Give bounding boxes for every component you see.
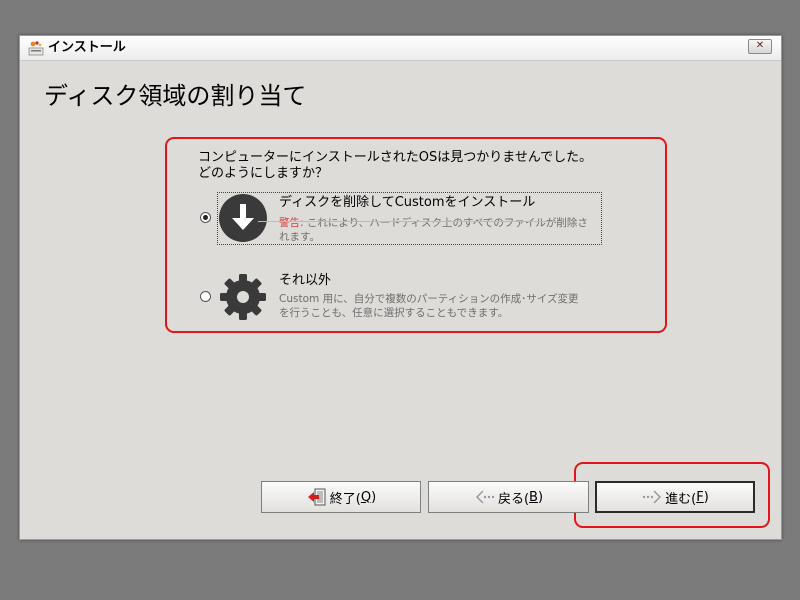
option-erase-disk-desc-line2: れます。 [279,231,320,243]
warning-label: 警告: [279,217,304,229]
radio-something-else[interactable] [200,291,211,302]
quit-mnemonic: Q [360,489,372,505]
back-arrow-icon [475,490,495,504]
option-something-else-desc-line2: を行うことも、任意に選択することもできます。 [279,307,509,319]
options-separator [258,221,556,222]
option-something-else-desc-line1: Custom 用に、自分で複数のパーティションの作成･サイズ変更 [279,293,579,305]
forward-arrow-icon [642,490,662,504]
install-question: コンピューターにインストールされたOSは見つかりませんでした。 どのようにします… [198,150,592,182]
exit-door-icon [307,488,326,506]
close-button[interactable]: ✕ [748,39,772,54]
close-icon: ✕ [755,40,765,51]
option-erase-disk-desc-line1: これにより、ハードディスク上のすべてのファイルが削除さ [303,217,588,229]
back-label: 戻る( [497,491,530,507]
forward-label-end: ) [703,489,709,505]
back-mnemonic: B [529,489,538,505]
radio-selected-dot [203,215,208,220]
back-label-end: ) [537,489,544,505]
question-line-1: コンピューターにインストールされたOSは見つかりませんでした。 [198,150,593,165]
forward-mnemonic: F [696,489,704,505]
installer-app-icon [28,41,44,56]
title-bar[interactable]: インストール ✕ [20,36,781,61]
gear-icon [220,274,266,320]
window-title: インストール [48,40,126,55]
quit-label-end: ) [371,489,377,505]
download-arrow-icon [219,194,267,242]
option-something-else-description: Custom 用に、自分で複数のパーティションの作成･サイズ変更 を行うことも、… [279,292,579,320]
option-erase-disk-title: ディスクを削除してCustomをインストール [279,195,536,210]
back-button[interactable]: 戻る(B) [428,481,589,513]
question-line-2: どのようにしますか？ [198,166,329,181]
page-title: ディスク領域の割り当て [44,82,307,110]
forward-label: 進む( [665,491,697,507]
forward-button[interactable]: 進む(F) [595,481,755,513]
option-something-else-title: それ以外 [279,273,332,288]
quit-button[interactable]: 終了(Q) [261,481,421,513]
quit-label: 終了( [329,491,361,507]
radio-erase-disk[interactable] [200,212,211,223]
